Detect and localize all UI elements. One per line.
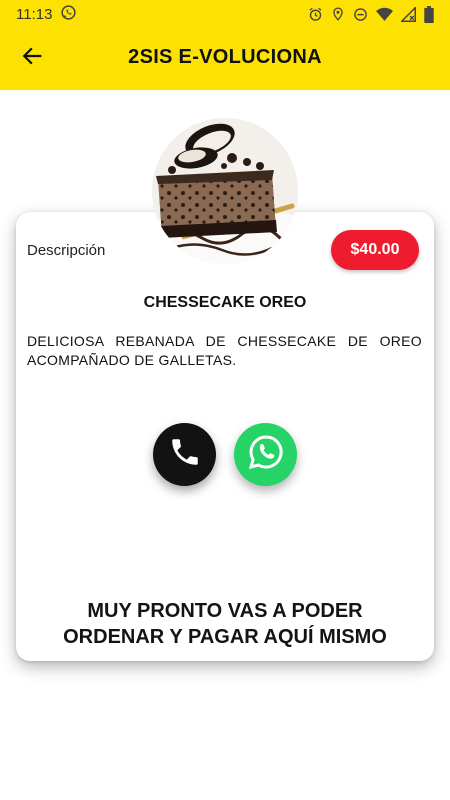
signal-icon: [401, 6, 416, 22]
do-not-disturb-icon: [353, 7, 368, 22]
phone-icon: [168, 435, 202, 474]
price-badge: $40.00: [331, 230, 419, 270]
wifi-icon: [376, 7, 393, 22]
alarm-icon: [308, 7, 323, 22]
product-image: [152, 118, 298, 264]
coming-soon-message: MUY PRONTO VAS A PODER ORDENAR Y PAGAR A…: [16, 598, 434, 650]
status-right: [308, 5, 434, 23]
cheesecake-illustration: [152, 118, 298, 264]
battery-icon: [424, 5, 434, 23]
status-time: 11:13: [16, 5, 53, 23]
description-label: Descripción: [27, 242, 106, 259]
status-bar: 11:13: [0, 0, 450, 28]
status-left: 11:13: [16, 4, 77, 25]
app-bar: 2SIS E-VOLUCIONA: [0, 28, 450, 90]
product-name: CHESSECAKE OREO: [143, 294, 307, 311]
whatsapp-button[interactable]: [234, 423, 297, 486]
coming-soon-line-2: ORDENAR Y PAGAR AQUÍ MISMO: [63, 626, 387, 648]
app-title-text: 2SIS E-VOLUCIONA: [128, 46, 322, 68]
product-description: DELICIOSA REBANADA DE CHESSECAKE DE OREO…: [27, 333, 422, 368]
coming-soon-line-1: MUY PRONTO VAS A PODER: [87, 600, 363, 622]
whatsapp-notification-icon: [60, 4, 77, 25]
app-title: 2SIS E-VOLUCIONA: [0, 46, 450, 69]
whatsapp-icon: [246, 432, 286, 477]
contact-buttons: [153, 423, 297, 487]
location-icon: [331, 6, 345, 22]
call-button[interactable]: [153, 423, 216, 486]
product-card: Descripción $40.00 CHESSECAKE OREO DELIC…: [16, 212, 434, 661]
